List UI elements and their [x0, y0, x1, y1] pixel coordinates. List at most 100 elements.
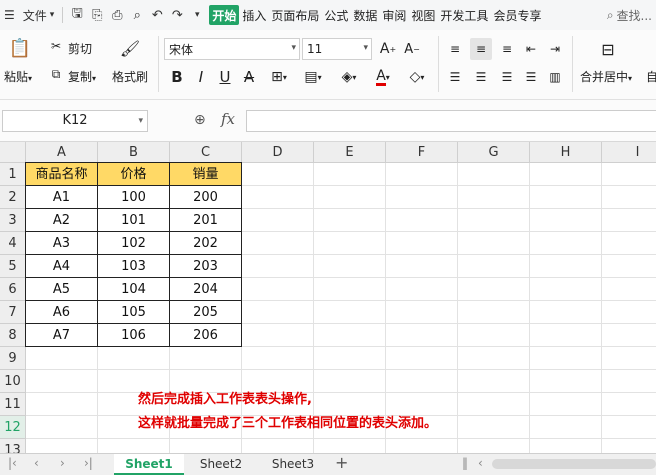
cut-icon[interactable]: ✂ — [48, 38, 64, 54]
cell[interactable] — [242, 232, 314, 255]
cell[interactable] — [530, 347, 602, 370]
cell[interactable] — [242, 439, 314, 453]
table-data-cell[interactable]: A7 — [26, 324, 98, 347]
formula-input[interactable] — [246, 110, 656, 132]
tab-7[interactable]: 开发工具 — [438, 0, 490, 30]
merge-center-button[interactable]: 合并居中▾ — [580, 68, 632, 85]
italic-icon[interactable]: I — [190, 66, 212, 88]
format-painter-icon[interactable]: 🖌 — [118, 36, 142, 60]
cell[interactable] — [314, 370, 386, 393]
tab-5[interactable]: 审阅 — [380, 0, 408, 30]
redo-icon[interactable]: ↷ — [167, 0, 187, 30]
cell[interactable] — [386, 278, 458, 301]
distributed-icon[interactable]: ▥ — [544, 66, 566, 88]
cell[interactable] — [458, 186, 530, 209]
cell[interactable] — [314, 209, 386, 232]
cell[interactable] — [242, 255, 314, 278]
horizontal-scrollbar[interactable] — [492, 459, 656, 469]
row-header[interactable]: 5 — [0, 255, 26, 278]
table-data-cell[interactable]: A6 — [26, 301, 98, 324]
zoom-formula-icon[interactable]: ⊕ — [194, 112, 206, 128]
table-data-cell[interactable]: 104 — [98, 278, 170, 301]
cell[interactable] — [602, 278, 656, 301]
cell[interactable] — [386, 255, 458, 278]
table-data-cell[interactable]: A2 — [26, 209, 98, 232]
cell[interactable] — [386, 439, 458, 453]
cell[interactable] — [314, 255, 386, 278]
font-color-icon[interactable]: A ▾ — [368, 66, 398, 88]
cell[interactable] — [602, 370, 656, 393]
cell[interactable] — [530, 255, 602, 278]
row-header[interactable]: 1 — [0, 163, 26, 186]
cell[interactable] — [530, 439, 602, 453]
table-header-cell[interactable]: 价格 — [98, 163, 170, 186]
cell[interactable] — [314, 186, 386, 209]
table-data-cell[interactable]: A1 — [26, 186, 98, 209]
cell[interactable] — [530, 163, 602, 186]
table-header-cell[interactable]: 销量 — [170, 163, 242, 186]
cell[interactable] — [602, 209, 656, 232]
align-right-icon[interactable]: ☰ — [496, 66, 518, 88]
indent-decrease-icon[interactable]: ⇤ — [520, 38, 542, 60]
align-center-icon[interactable]: ☰ — [470, 66, 492, 88]
cell[interactable] — [458, 393, 530, 416]
font-size-select[interactable]: 11 ▾ — [302, 38, 372, 60]
hamburger-menu[interactable]: ☰ — [0, 0, 19, 30]
merge-center-icon[interactable]: ⊟ — [596, 38, 620, 60]
cell[interactable] — [530, 186, 602, 209]
table-data-cell[interactable]: A3 — [26, 232, 98, 255]
cell[interactable] — [386, 209, 458, 232]
row-header[interactable]: 9 — [0, 347, 26, 370]
tab-1[interactable]: 插入 — [240, 0, 268, 30]
table-data-cell[interactable]: 105 — [98, 301, 170, 324]
cell[interactable] — [458, 232, 530, 255]
cell[interactable] — [314, 439, 386, 453]
column-header[interactable]: B — [98, 142, 170, 163]
table-data-cell[interactable]: 206 — [170, 324, 242, 347]
cell[interactable] — [458, 347, 530, 370]
cell[interactable] — [242, 301, 314, 324]
underline-icon[interactable]: U — [214, 66, 236, 88]
table-data-cell[interactable]: 205 — [170, 301, 242, 324]
print-preview-icon[interactable]: ⌕ — [127, 0, 147, 30]
cell[interactable] — [530, 301, 602, 324]
table-header-cell[interactable]: 商品名称 — [26, 163, 98, 186]
cell[interactable] — [386, 186, 458, 209]
cell[interactable] — [314, 347, 386, 370]
save-icon[interactable]: 🖫 — [67, 0, 87, 30]
cell[interactable] — [458, 255, 530, 278]
cell[interactable] — [386, 324, 458, 347]
cell[interactable] — [458, 370, 530, 393]
cell[interactable] — [602, 393, 656, 416]
cell[interactable] — [170, 439, 242, 453]
column-header[interactable]: D — [242, 142, 314, 163]
cell[interactable] — [314, 324, 386, 347]
cell[interactable] — [242, 347, 314, 370]
export-pdf-icon[interactable]: ⎘ — [87, 0, 107, 30]
cell[interactable] — [602, 163, 656, 186]
cell[interactable] — [242, 324, 314, 347]
tab-8[interactable]: 会员专享 — [491, 0, 543, 30]
cell[interactable] — [314, 278, 386, 301]
cell[interactable] — [314, 232, 386, 255]
cell[interactable] — [602, 186, 656, 209]
cell[interactable] — [386, 301, 458, 324]
cell[interactable] — [458, 209, 530, 232]
cell[interactable] — [530, 393, 602, 416]
sheet-tab-2[interactable]: Sheet2 — [186, 454, 256, 475]
sheet-tab-1[interactable]: Sheet1 — [114, 454, 184, 475]
cell[interactable] — [602, 416, 656, 439]
cell[interactable] — [530, 416, 602, 439]
sheet-tab-3[interactable]: Sheet3 — [258, 454, 328, 475]
cell[interactable] — [314, 163, 386, 186]
customize-chevron-icon[interactable]: ▾ — [187, 0, 207, 30]
increase-font-icon[interactable]: A + — [378, 38, 398, 60]
column-header[interactable]: C — [170, 142, 242, 163]
indent-increase-icon[interactable]: ⇥ — [544, 38, 566, 60]
cell[interactable] — [602, 301, 656, 324]
table-data-cell[interactable]: 204 — [170, 278, 242, 301]
cell[interactable] — [458, 324, 530, 347]
row-header[interactable]: 10 — [0, 370, 26, 393]
cell[interactable] — [458, 278, 530, 301]
column-header[interactable]: G — [458, 142, 530, 163]
